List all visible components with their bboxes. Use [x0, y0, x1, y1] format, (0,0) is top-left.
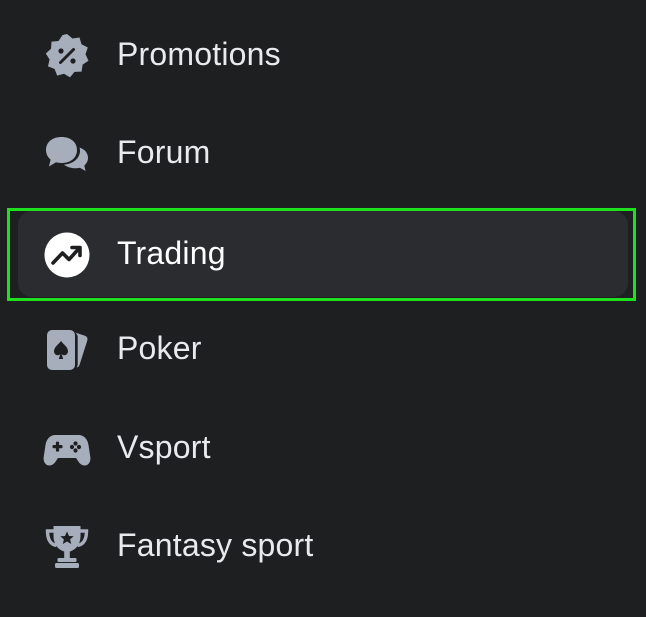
sidebar-item-label: Vsport	[117, 429, 211, 465]
sidebar-item-forum[interactable]: Forum	[18, 110, 628, 196]
sidebar-item-fantasy-sport[interactable]: Fantasy sport	[18, 503, 628, 589]
sidebar-item-promotions[interactable]: Promotions	[18, 12, 628, 98]
trophy-icon	[42, 522, 92, 572]
gamepad-icon	[42, 424, 92, 474]
playing-cards-icon	[42, 325, 92, 375]
sidebar-item-label: Promotions	[117, 36, 281, 72]
trending-up-icon	[42, 230, 92, 280]
sidebar-item-label: Poker	[117, 330, 202, 366]
sidebar-item-label: Trading	[117, 235, 226, 271]
sidebar-item-poker[interactable]: Poker	[18, 306, 628, 392]
sidebar-item-label: Forum	[117, 134, 211, 170]
sidebar-item-label: Fantasy sport	[117, 527, 314, 563]
sidebar-item-trading[interactable]: Trading	[18, 211, 628, 297]
promotions-badge-icon	[42, 31, 92, 81]
chat-bubbles-icon	[42, 129, 92, 179]
sidebar-menu: Promotions Forum Trading Poker Vsport Fa…	[0, 0, 646, 617]
sidebar-item-vsport[interactable]: Vsport	[18, 405, 628, 491]
